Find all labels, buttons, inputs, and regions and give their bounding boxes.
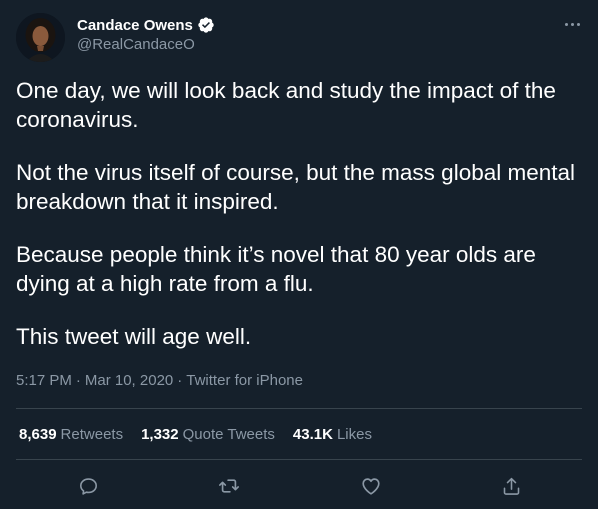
tweet-paragraph: Not the virus itself of course, but the … [16, 160, 576, 214]
reply-icon [79, 477, 97, 495]
tweet-source[interactable]: Twitter for iPhone [186, 372, 303, 389]
likes-stat[interactable]: 43.1K Likes [293, 426, 372, 443]
retweets-count: 8,639 [19, 426, 57, 443]
author-handle[interactable]: @RealCandaceO [77, 36, 195, 53]
tweet-paragraph: One day, we will look back and study the… [16, 78, 556, 132]
tweet-paragraph: This tweet will age well. [16, 324, 252, 349]
heart-icon [362, 478, 380, 495]
more-options-icon[interactable] [560, 14, 584, 34]
meta-separator: · [177, 372, 183, 389]
share-icon [503, 477, 519, 495]
share-button[interactable] [493, 468, 529, 504]
meta-separator: · [75, 372, 81, 389]
profile-avatar[interactable] [16, 13, 65, 62]
retweet-icon [219, 479, 239, 493]
tweet-text: One day, we will look back and study the… [16, 76, 582, 375]
retweet-button[interactable] [211, 468, 247, 504]
tweet-card: Candace Owens @RealCandaceO One day, we … [0, 0, 598, 509]
quote-tweets-stat[interactable]: 1,332 Quote Tweets [141, 426, 275, 443]
quote-tweets-count: 1,332 [141, 426, 179, 443]
retweets-label: Retweets [60, 426, 124, 443]
tweet-paragraph: Because people think it’s novel that 80 … [16, 242, 536, 296]
divider [16, 408, 582, 409]
tweet-stats: 8,639 Retweets 1,332 Quote Tweets 43.1K Lik… [19, 426, 390, 443]
reply-button[interactable] [70, 468, 106, 504]
profile-photo-icon [16, 13, 65, 62]
author-display-name[interactable]: Candace Owens [77, 17, 193, 34]
quote-tweets-label: Quote Tweets [182, 426, 275, 443]
tweet-date[interactable]: Mar 10, 2020 [85, 372, 173, 389]
like-button[interactable] [353, 468, 389, 504]
likes-count: 43.1K [292, 426, 333, 443]
author-name-row[interactable]: Candace Owens [77, 15, 215, 35]
tweet-time[interactable]: 5:17 PM [16, 372, 72, 389]
divider [16, 459, 582, 460]
tweet-actions-bar [16, 468, 582, 504]
verified-badge-icon [197, 16, 215, 34]
retweets-stat[interactable]: 8,639 Retweets [19, 426, 123, 443]
tweet-metadata: 5:17 PM · Mar 10, 2020 · Twitter for iPh… [16, 372, 303, 389]
likes-label: Likes [336, 426, 372, 443]
